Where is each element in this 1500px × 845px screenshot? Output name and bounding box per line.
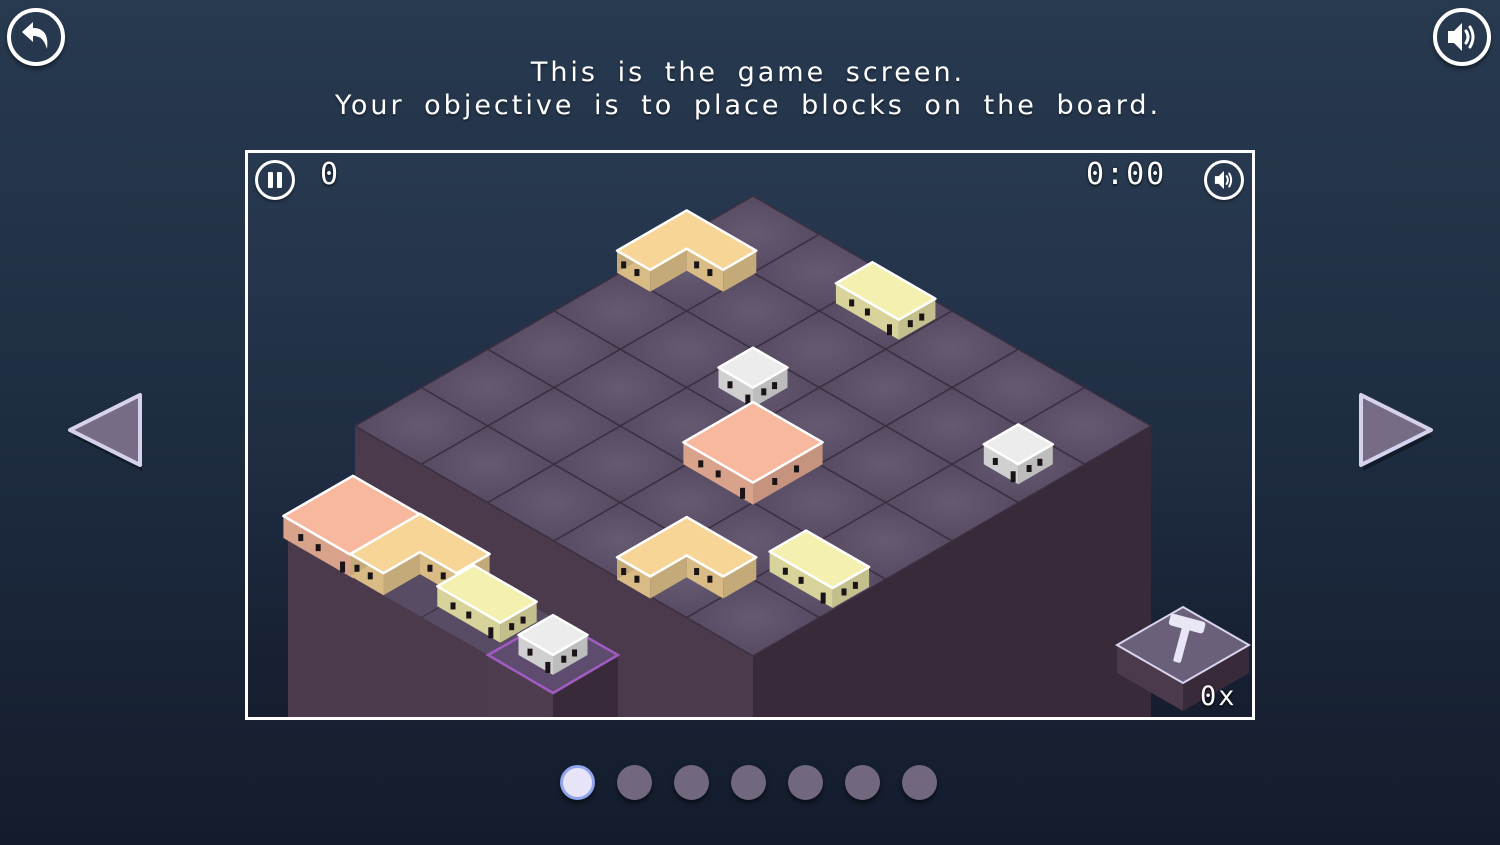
next-page-button[interactable] (1357, 391, 1437, 475)
window (849, 299, 855, 307)
window (354, 564, 360, 572)
window (715, 470, 721, 478)
pause-icon (268, 172, 282, 188)
window (466, 611, 472, 619)
door (740, 487, 746, 499)
page-dot-1[interactable] (560, 765, 595, 800)
page-indicator (560, 765, 937, 800)
door (340, 561, 346, 573)
window (527, 648, 533, 656)
score-counter: 0 (320, 157, 341, 192)
window (798, 576, 804, 584)
window (707, 269, 713, 277)
window (992, 457, 998, 465)
instructions-text: This is the game screen. Your objective … (0, 56, 1496, 122)
window (1037, 458, 1043, 466)
window (450, 602, 456, 610)
window (772, 477, 778, 485)
door (488, 627, 494, 639)
window (621, 568, 627, 576)
previous-page-button[interactable] (66, 391, 146, 475)
window (907, 320, 913, 328)
window (509, 623, 515, 631)
window (794, 465, 800, 473)
game-sound-button[interactable] (1204, 160, 1244, 200)
page-dot-6[interactable] (845, 765, 880, 800)
door (820, 592, 826, 604)
window (315, 544, 321, 552)
window (864, 308, 870, 316)
window (520, 616, 526, 624)
window (634, 269, 640, 277)
window (1026, 465, 1032, 473)
page-dot-4[interactable] (731, 765, 766, 800)
page-dot-5[interactable] (788, 765, 823, 800)
door (1010, 471, 1016, 483)
instruction-line-1: This is the game screen. (530, 57, 966, 88)
speaker-icon (1214, 170, 1233, 190)
window (782, 567, 788, 575)
window (440, 572, 446, 580)
game-screen-preview: 0 0:00 0x (245, 150, 1255, 720)
hammer-count: 0x (1200, 681, 1237, 712)
door (545, 661, 551, 673)
window (761, 388, 767, 396)
window (698, 460, 704, 468)
triangle-right-icon (1359, 393, 1433, 471)
window (852, 581, 858, 589)
window (707, 575, 713, 583)
page-dot-2[interactable] (617, 765, 652, 800)
door (886, 324, 892, 336)
pause-button[interactable] (255, 160, 295, 200)
isometric-board (282, 195, 1252, 717)
page-dot-7[interactable] (902, 765, 937, 800)
window (367, 572, 373, 580)
window (427, 564, 433, 572)
triangle-left-icon (68, 393, 142, 471)
window (727, 381, 733, 389)
speaker-icon (1448, 23, 1475, 51)
window (621, 261, 627, 269)
window (298, 534, 304, 542)
timer: 0:00 (1086, 157, 1167, 192)
window (694, 261, 700, 269)
window (841, 588, 847, 596)
window (772, 382, 778, 390)
instruction-line-2: Your objective is to place blocks on the… (334, 90, 1162, 121)
page-dot-3[interactable] (674, 765, 709, 800)
window (919, 313, 925, 321)
window (572, 649, 578, 657)
window (634, 575, 640, 583)
window (561, 655, 567, 663)
undo-arrow-icon (22, 22, 48, 49)
window (694, 568, 700, 576)
